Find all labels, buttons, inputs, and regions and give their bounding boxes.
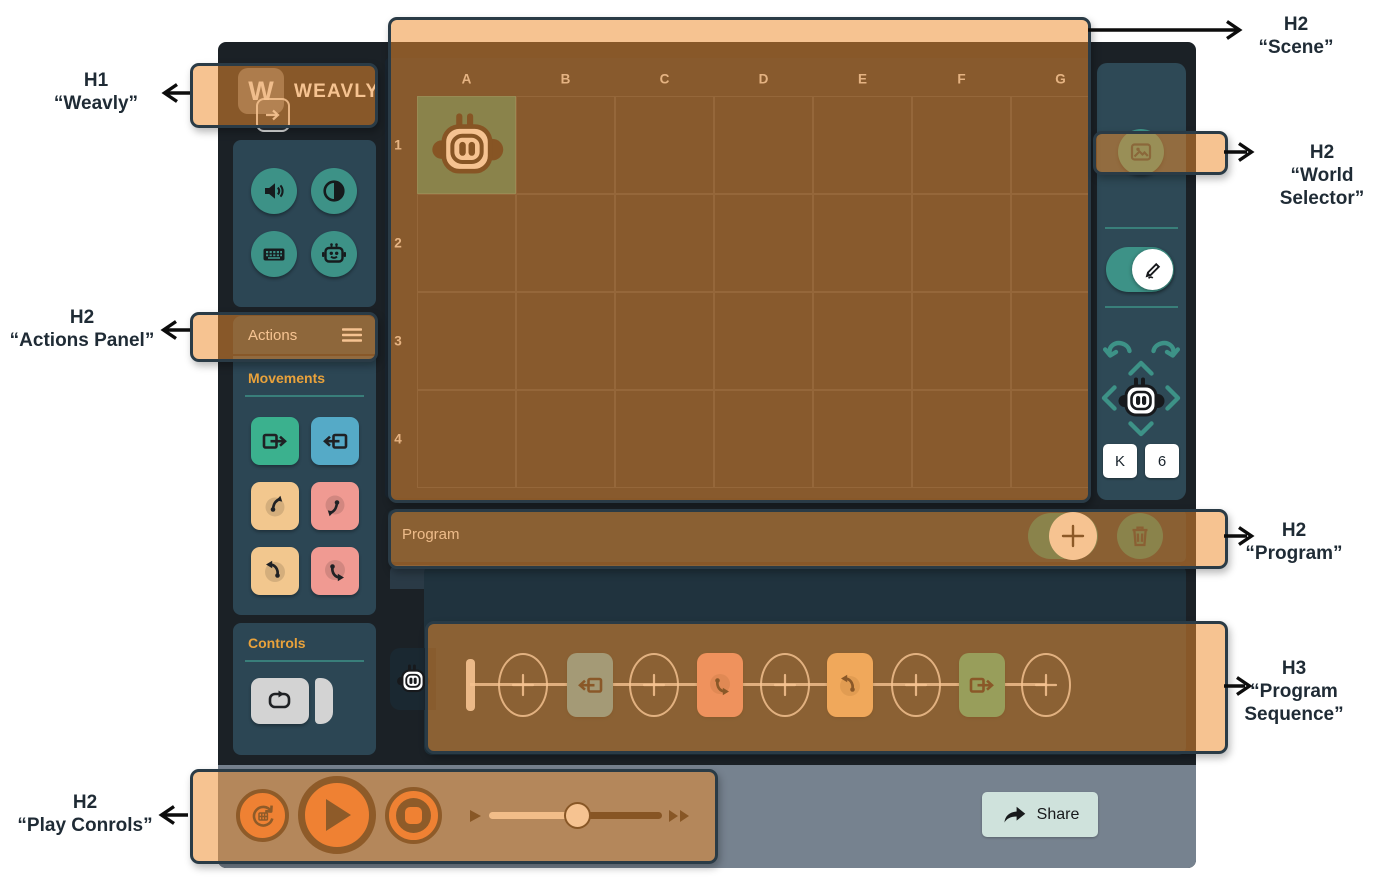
turn-right-45-action-button[interactable] <box>311 482 359 530</box>
backward-action-button[interactable] <box>311 417 359 465</box>
highlight-program-sequence <box>425 621 1228 754</box>
forward-action-button[interactable] <box>251 417 299 465</box>
contrast-button[interactable] <box>311 168 357 214</box>
turn-left-45-icon <box>261 492 289 520</box>
heading-text: “Program Sequence” <box>1238 680 1350 726</box>
highlight-weavly <box>190 63 378 128</box>
heading-level: H3 <box>1238 657 1350 680</box>
backward-icon <box>321 427 349 455</box>
turn-right-90-icon <box>321 557 349 585</box>
share-button[interactable]: Share <box>982 792 1098 837</box>
row-position-field[interactable]: 6 <box>1145 444 1179 478</box>
heading-text: “Scene” <box>1248 36 1344 59</box>
turn-left-45-action-button[interactable] <box>251 482 299 530</box>
turn-left-90-icon <box>261 557 289 585</box>
column-position-field[interactable]: K <box>1103 444 1137 478</box>
controls-title: Controls <box>248 635 376 651</box>
world-character-panel: K 6 <box>1097 63 1186 500</box>
robot-face-icon <box>321 241 347 267</box>
heading-text: “Actions Panel” <box>2 329 162 352</box>
loop-action-button[interactable] <box>251 678 309 724</box>
movements-section: Movements <box>233 356 376 615</box>
heading-level: H1 <box>38 69 154 92</box>
annotation-world-selector: H2 “World Selector” <box>1248 141 1396 210</box>
forward-icon <box>261 427 289 455</box>
loop-icon <box>265 689 295 713</box>
annotation-scene: H2 “Scene” <box>1248 13 1344 59</box>
highlight-actions-panel <box>190 312 378 362</box>
pen-toggle[interactable] <box>1106 247 1174 292</box>
quick-settings-panel <box>233 140 376 307</box>
heading-level: H2 <box>2 306 162 329</box>
heading-text: “Weavly” <box>38 92 154 115</box>
share-label: Share <box>1037 806 1080 824</box>
annotated-screenshot: W WEAVLY Actions Movements Contr <box>0 0 1396 891</box>
speaker-icon <box>261 178 287 204</box>
heading-text: “World Selector” <box>1248 164 1396 210</box>
annotation-program: H2 “Program” <box>1242 519 1346 565</box>
annotation-play-controls: H2 “Play Conrols” <box>10 791 160 837</box>
contrast-icon <box>321 178 347 204</box>
heading-level: H2 <box>1248 13 1344 36</box>
annotation-weavly: H1 “Weavly” <box>38 69 154 115</box>
pencil-icon <box>1142 259 1164 281</box>
highlight-program <box>388 509 1228 569</box>
move-left-button[interactable] <box>1100 384 1118 412</box>
heading-text: “Play Conrols” <box>10 814 160 837</box>
share-icon <box>1001 803 1027 827</box>
keyboard-button[interactable] <box>251 231 297 277</box>
turn-right-45-icon <box>321 492 349 520</box>
annotation-program-sequence: H3 “Program Sequence” <box>1238 657 1350 726</box>
character-preview <box>1117 374 1165 422</box>
movements-title: Movements <box>248 370 376 386</box>
heading-level: H2 <box>10 791 160 814</box>
heading-text: “Program” <box>1242 542 1346 565</box>
pen-toggle-knob <box>1132 249 1173 290</box>
heading-level: H2 <box>1242 519 1346 542</box>
annotation-actions-panel: H2 “Actions Panel” <box>2 306 162 352</box>
highlight-world-selector <box>1093 131 1228 175</box>
controls-section: Controls <box>233 623 376 755</box>
loop-end-cap[interactable] <box>315 678 333 724</box>
keyboard-icon <box>261 241 287 267</box>
move-right-button[interactable] <box>1164 384 1182 412</box>
highlight-scene <box>388 17 1091 503</box>
audio-button[interactable] <box>251 168 297 214</box>
move-down-button[interactable] <box>1127 420 1155 438</box>
robot-character-button[interactable] <box>311 231 357 277</box>
heading-level: H2 <box>1248 141 1396 164</box>
turn-right-90-action-button[interactable] <box>311 547 359 595</box>
highlight-play-controls <box>190 769 718 864</box>
turn-left-90-action-button[interactable] <box>251 547 299 595</box>
